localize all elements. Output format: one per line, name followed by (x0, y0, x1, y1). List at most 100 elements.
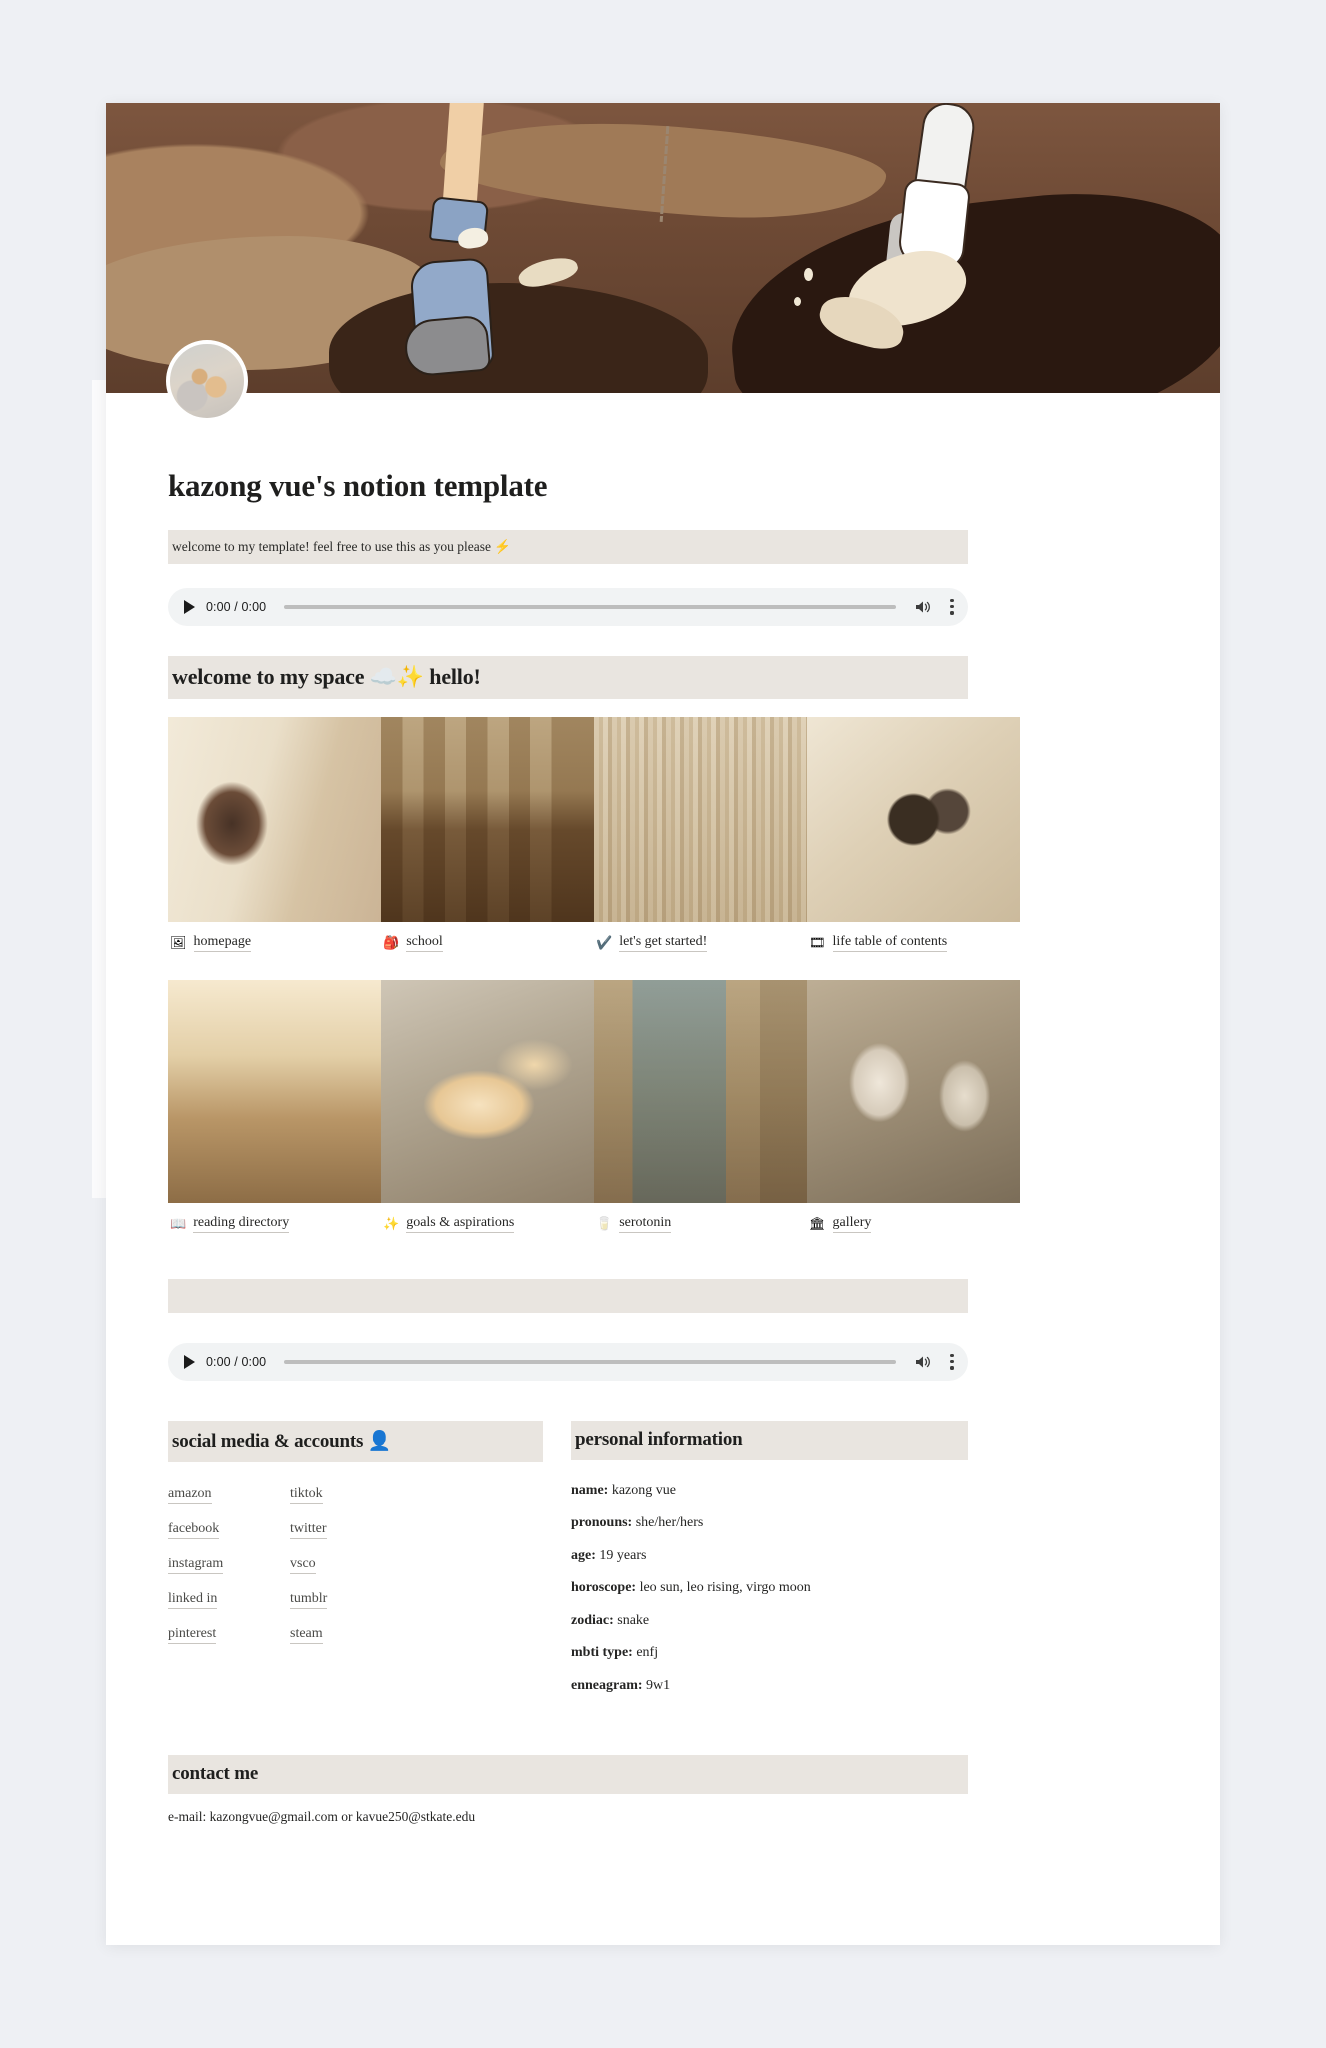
audio-time-top: 0:00 / 0:00 (206, 599, 267, 614)
thumbnail-life-toc[interactable] (807, 716, 1020, 922)
info-value-age: 19 years (595, 1547, 647, 1563)
personal-info-list: name: kazong vue pronouns: she/her/hers … (571, 1482, 968, 1695)
link-amazon[interactable]: amazon (168, 1486, 212, 1504)
audio-progress-slider-bottom[interactable] (284, 1359, 896, 1364)
audio-progress-slider-top[interactable] (284, 604, 896, 609)
audio-player-top[interactable]: 0:00 / 0:00 (168, 587, 968, 626)
thumbnail-school[interactable] (381, 716, 594, 922)
audio-player-bottom[interactable]: 0:00 / 0:00 (168, 1342, 968, 1381)
page-content: kazong vue's notion template welcome to … (106, 393, 1220, 1825)
info-row-enneagram: enneagram: 9w1 (571, 1677, 968, 1695)
link-facebook[interactable]: facebook (168, 1521, 220, 1539)
link-homepage[interactable]: homepage (193, 934, 252, 952)
info-label-pronouns: pronouns: (571, 1515, 633, 1531)
social-heading: social media & accounts 👤 (168, 1420, 543, 1462)
glass-of-milk-icon: 🥛 (596, 1216, 613, 1232)
info-value-zodiac: snake (613, 1612, 650, 1628)
info-label-zodiac: zodiac: (571, 1612, 614, 1628)
thumbnail-gallery[interactable] (807, 979, 1020, 1203)
link-steam[interactable]: steam (290, 1626, 323, 1644)
link-school[interactable]: school (406, 934, 443, 952)
link-lets-get-started[interactable]: let's get started! (619, 934, 708, 952)
notion-page: kazong vue's notion template welcome to … (106, 103, 1220, 1945)
welcome-callout: welcome to my template! feel free to use… (168, 530, 968, 564)
info-label-enneagram: enneagram: (571, 1677, 643, 1693)
backpack-icon: 🎒 (383, 935, 400, 951)
link-tumblr[interactable]: tumblr (290, 1591, 328, 1609)
link-twitter[interactable]: twitter (290, 1521, 327, 1539)
caption-reading-directory: 📖 reading directory (168, 1215, 381, 1233)
thumbnail-goals[interactable] (381, 979, 594, 1203)
caption-gallery: 🏛 gallery (807, 1215, 1020, 1233)
info-row-name: name: kazong vue (571, 1482, 968, 1500)
gallery-card-reading-directory: 📖 reading directory (168, 979, 381, 1233)
link-serotonin[interactable]: serotonin (619, 1215, 672, 1233)
audio-time-bottom: 0:00 / 0:00 (206, 1354, 267, 1369)
info-row-mbti: mbti type: enfj (571, 1644, 968, 1662)
gallery-row-1: 🖼 homepage 🎒 school ✔️ let's get started… (168, 716, 1020, 952)
film-frames-icon: 🎞 (809, 935, 826, 951)
caption-lets-get-started: ✔️ let's get started! (594, 934, 807, 952)
social-links: amazon facebook instagram linked in pint… (168, 1484, 543, 1659)
content-column: kazong vue's notion template welcome to … (168, 468, 1020, 1825)
personal-heading: personal information (571, 1420, 968, 1460)
link-instagram[interactable]: instagram (168, 1556, 224, 1574)
link-life-toc[interactable]: life table of contents (832, 934, 948, 952)
gallery-card-life-toc: 🎞 life table of contents (807, 716, 1020, 952)
caption-life-toc: 🎞 life table of contents (807, 934, 1020, 952)
link-goals[interactable]: goals & aspirations (406, 1215, 515, 1233)
empty-callout (168, 1278, 968, 1313)
info-row-horoscope: horoscope: leo sun, leo rising, virgo mo… (571, 1579, 968, 1597)
gallery-card-homepage: 🖼 homepage (168, 716, 381, 952)
info-row-zodiac: zodiac: snake (571, 1612, 968, 1630)
link-linked-in[interactable]: linked in (168, 1591, 218, 1609)
kebab-menu-icon[interactable] (950, 598, 954, 615)
info-value-mbti: enfj (632, 1645, 659, 1661)
volume-icon[interactable] (914, 599, 932, 615)
caption-homepage: 🖼 homepage (168, 934, 381, 952)
gallery-card-goals: ✨ goals & aspirations (381, 979, 594, 1233)
link-gallery[interactable]: gallery (832, 1215, 872, 1233)
thumbnail-reading-directory[interactable] (168, 979, 381, 1203)
link-tiktok[interactable]: tiktok (290, 1486, 323, 1504)
info-row-age: age: 19 years (571, 1547, 968, 1565)
open-book-icon: 📖 (170, 1216, 187, 1232)
thumbnail-lets-get-started[interactable] (594, 716, 807, 922)
thumbnail-serotonin[interactable] (594, 979, 807, 1203)
volume-icon[interactable] (914, 1354, 932, 1370)
contact-email-line: e-mail: kazongvue@gmail.com or kavue250@… (168, 1809, 476, 1825)
cover-image[interactable] (106, 103, 1220, 393)
info-label-horoscope: horoscope: (571, 1580, 637, 1596)
check-mark-icon: ✔️ (596, 935, 613, 951)
link-pinterest[interactable]: pinterest (168, 1626, 217, 1644)
link-reading-directory[interactable]: reading directory (193, 1215, 290, 1233)
play-icon[interactable] (182, 1354, 196, 1369)
gallery-card-serotonin: 🥛 serotonin (594, 979, 807, 1233)
kebab-menu-icon[interactable] (950, 1353, 954, 1370)
caption-school: 🎒 school (381, 934, 594, 952)
info-label-mbti: mbti type: (571, 1645, 633, 1661)
info-value-pronouns: she/her/hers (632, 1515, 704, 1531)
gallery-row-2: 📖 reading directory ✨ goals & aspiration… (168, 979, 1020, 1233)
info-label-age: age: (571, 1547, 596, 1563)
personal-column: personal information name: kazong vue pr… (571, 1420, 968, 1710)
info-value-name: kazong vue (608, 1482, 676, 1498)
social-column: social media & accounts 👤 amazon faceboo… (168, 1420, 543, 1710)
link-vsco[interactable]: vsco (290, 1556, 316, 1574)
thumbnail-homepage[interactable] (168, 716, 381, 922)
sparkles-icon: ✨ (383, 1216, 400, 1232)
social-links-right: tiktok twitter vsco tumblr steam (290, 1484, 412, 1659)
welcome-section-heading: welcome to my space ☁️✨ hello! (168, 655, 968, 699)
social-links-left: amazon facebook instagram linked in pint… (168, 1484, 290, 1659)
info-label-name: name: (571, 1482, 609, 1498)
info-value-enneagram: 9w1 (642, 1677, 671, 1693)
gallery-card-lets-get-started: ✔️ let's get started! (594, 716, 807, 952)
gallery-card-gallery: 🏛 gallery (807, 979, 1020, 1233)
info-columns: social media & accounts 👤 amazon faceboo… (168, 1420, 968, 1710)
picture-frame-icon: 🖼 (170, 935, 187, 951)
info-value-horoscope: leo sun, leo rising, virgo moon (636, 1580, 811, 1596)
contact-heading: contact me (168, 1755, 968, 1795)
page-title: kazong vue's notion template (168, 468, 548, 503)
classical-building-icon: 🏛 (809, 1216, 826, 1232)
play-icon[interactable] (182, 599, 196, 614)
